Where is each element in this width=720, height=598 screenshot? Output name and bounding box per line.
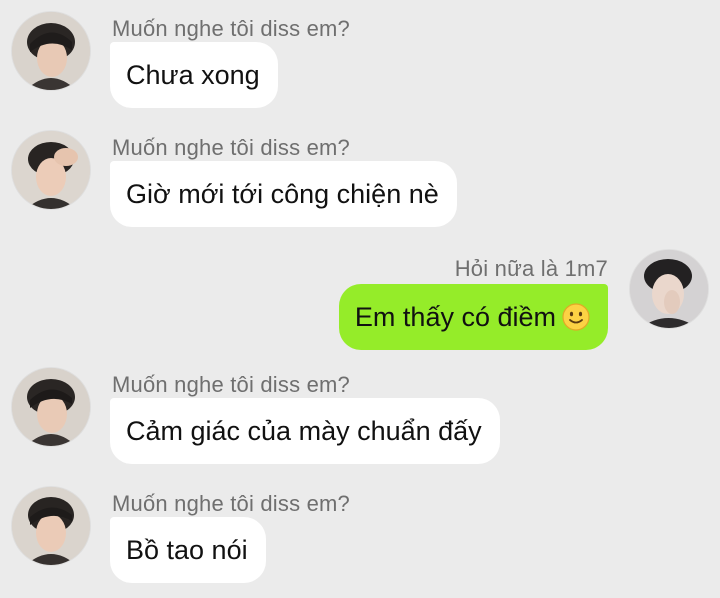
avatar[interactable] <box>630 250 708 328</box>
message-bubble[interactable]: Bồ tao nói <box>110 517 266 583</box>
message-text: Cảm giác của mày chuẩn đấy <box>126 416 482 446</box>
message-bubble[interactable]: Em thấy có điềm <box>338 284 608 350</box>
avatar-photo <box>12 487 90 565</box>
smile-emoji-icon <box>562 303 590 331</box>
message-text: Em thấy có điềm <box>354 302 556 332</box>
avatar-photo <box>12 368 90 446</box>
sender-name: Muốn nghe tôi diss em? <box>112 491 350 516</box>
message-text: Bồ tao nói <box>126 535 248 565</box>
sender-name: Muốn nghe tôi diss em? <box>112 135 350 160</box>
avatar-photo <box>12 131 90 209</box>
avatar-photo <box>630 250 708 328</box>
message-bubble[interactable]: Giờ mới tới công chiện nè <box>110 161 457 227</box>
message-row: Muốn nghe tôi diss em? Cảm giác của mày … <box>0 356 720 474</box>
avatar[interactable] <box>12 368 90 446</box>
message-bubble[interactable]: Cảm giác của mày chuẩn đấy <box>110 398 500 464</box>
message-row: Muốn nghe tôi diss em? Bồ tao nói <box>0 475 720 593</box>
message-row: Hỏi nữa là 1m7 Em thấy có điềm <box>0 0 720 350</box>
avatar[interactable] <box>12 131 90 209</box>
chat-view: Muốn nghe tôi diss em? Chưa xong Muốn ng… <box>0 0 720 598</box>
message-row: Muốn nghe tôi diss em? Giờ mới tới công … <box>0 119 720 237</box>
sender-name: Muốn nghe tôi diss em? <box>112 372 350 397</box>
sender-name: Hỏi nữa là 1m7 <box>454 256 608 281</box>
message-text: Giờ mới tới công chiện nè <box>126 179 439 209</box>
avatar[interactable] <box>12 487 90 565</box>
